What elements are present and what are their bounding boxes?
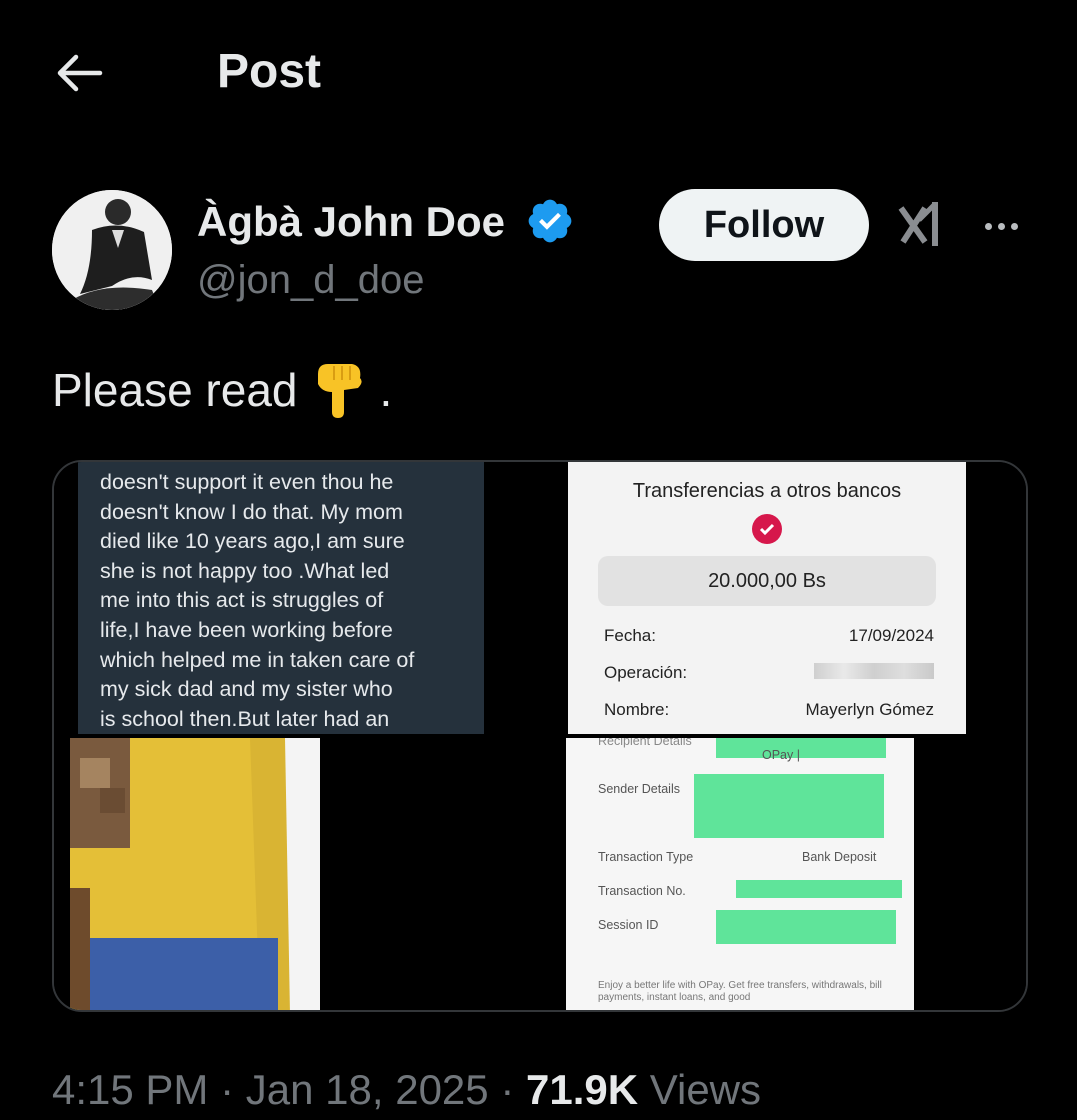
redacted-value [814,663,934,679]
redacted-value [694,774,884,838]
author-handle[interactable]: @jon_d_doe [197,258,424,303]
post-text: Please read . [52,360,392,420]
pointing-down-emoji-icon [317,364,362,418]
txn-no-label: Transaction No. [598,884,686,898]
top-bar: Post [0,0,1077,145]
check-icon [752,514,782,544]
redacted-value [736,880,902,898]
media-grid[interactable]: doesn't support it even thou he doesn't … [52,460,1028,1012]
receipt-title: Transferencias a otros bancos [632,480,902,502]
views-count[interactable]: 71.9K [526,1066,638,1113]
nombre-label: Nombre: [604,700,670,719]
post-meta: 4:15 PM · Jan 18, 2025 · 71.9K Views [52,1066,761,1114]
receipt-row-nombre: Nombre: Mayerlyn Gómez [604,700,934,720]
meta-separator: · [220,1066,235,1113]
session-label: Session ID [598,918,659,932]
follow-button[interactable]: Follow [659,189,869,261]
chat-line: life,I have been working before [100,617,393,642]
post-author: Àgbà John Doe @jon_d_doe Follow [52,188,1032,313]
opay-receipt: Recipient Details OPay | Sender Details … [566,738,914,1010]
person-photo [70,738,320,1010]
recipient-value: OPay | [762,748,800,762]
redacted-value [716,910,896,944]
nombre-value: Mayerlyn Gómez [805,700,934,719]
chat-line: is school then.But later had an [100,706,390,731]
redacted-value [716,738,886,758]
chat-screenshot: doesn't support it even thou he doesn't … [78,462,484,734]
receipt-row-operacion: Operación: [604,663,934,683]
media-image-photo[interactable] [54,738,540,1010]
views-label: Views [649,1066,762,1113]
media-image-bank-receipt[interactable]: Transferencias a otros bancos 20.000,00 … [544,462,1026,734]
chat-line: doesn't know I do that. My mom [100,499,403,524]
sender-label: Sender Details [598,782,680,796]
arrow-left-icon [57,54,103,92]
fecha-value: 17/09/2024 [848,626,934,645]
receipt-amount: 20.000,00 Bs [598,556,936,606]
operacion-label: Operación: [604,663,688,682]
post-time[interactable]: 4:15 PM [52,1066,208,1113]
receipt-footer: Enjoy a better life with OPay. Get free … [598,980,882,1003]
post-text-period: . [379,364,393,416]
chat-line: which helped me in taken care of [100,647,415,672]
receipt-row-fecha: Fecha: 17/09/2024 [604,626,934,646]
grok-icon[interactable] [895,198,945,250]
txn-type-value: Bank Deposit [802,850,877,864]
verified-badge-icon [528,199,572,243]
chat-line: doesn't support it even thou he [100,470,394,494]
author-name[interactable]: Àgbà John Doe [197,198,505,246]
chat-line: died like 10 years ago,I am sure [100,529,405,554]
media-image-opay-receipt[interactable]: Recipient Details OPay | Sender Details … [544,738,1026,1010]
chat-line: she is not happy too .What led [100,558,390,583]
avatar[interactable] [52,190,172,310]
chat-line: me into this act is struggles of [100,588,384,613]
post-text-content: Please read [52,364,298,416]
meta-separator: · [500,1066,515,1113]
more-options-icon[interactable] [977,202,1025,250]
txn-type-label: Transaction Type [598,850,694,864]
avatar-photo [52,190,172,310]
post-date[interactable]: Jan 18, 2025 [246,1066,489,1113]
chat-line: my sick dad and my sister who [100,677,393,702]
page-title: Post [217,45,322,98]
media-image-chat[interactable]: doesn't support it even thou he doesn't … [54,462,540,734]
back-button[interactable] [52,46,106,100]
fecha-label: Fecha: [604,626,656,645]
bank-receipt: Transferencias a otros bancos 20.000,00 … [568,462,966,734]
recipient-label: Recipient Details [598,738,692,748]
